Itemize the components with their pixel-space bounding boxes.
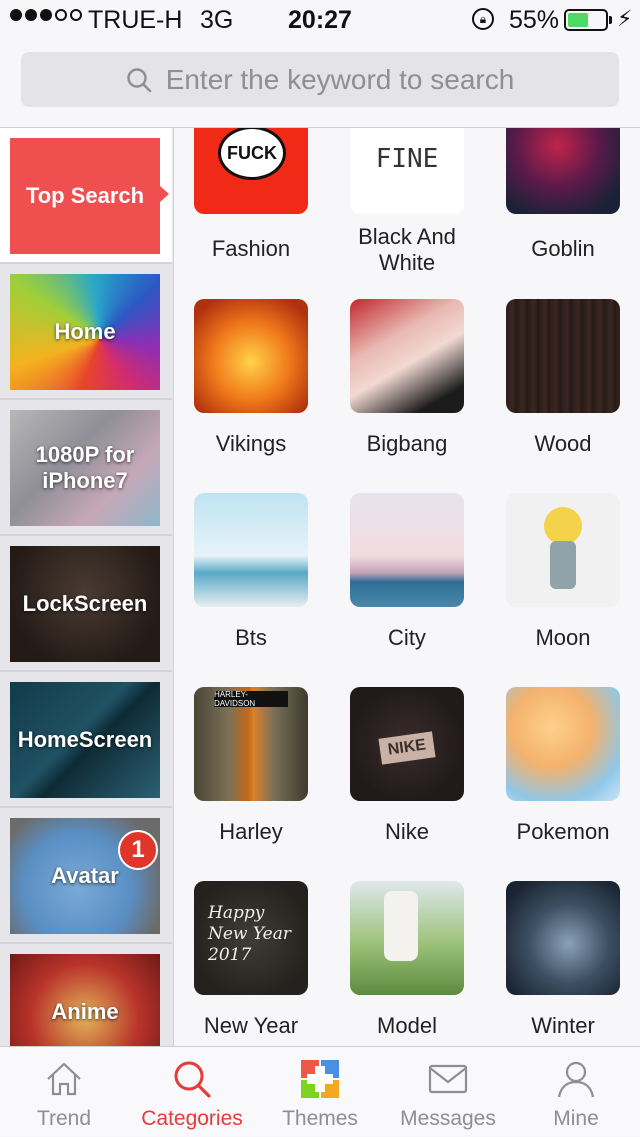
sidebar-item-label: LockScreen [22, 591, 148, 616]
thumbnail [506, 493, 620, 607]
battery-icon [564, 9, 608, 31]
tab-categories[interactable]: Categories [128, 1047, 256, 1137]
grid-item-label: Nike [384, 819, 429, 844]
rotation-lock-icon: 🔒︎ [472, 8, 494, 30]
tab-themes[interactable]: Themes [256, 1047, 384, 1137]
grid-item-label: Vikings [215, 431, 287, 456]
thumbnail [506, 128, 620, 214]
themes-icon [301, 1060, 339, 1098]
tab-label: Mine [553, 1107, 599, 1130]
user-icon [557, 1061, 595, 1098]
grid-item-label: Bigbang [366, 431, 448, 456]
search-placeholder: Enter the keyword to search [165, 63, 515, 95]
search-icon [126, 67, 151, 92]
thumbnail: HARLEY-DAVIDSON [194, 687, 308, 801]
sidebar-item-home[interactable]: Home [0, 264, 172, 400]
thumbnail [506, 881, 620, 995]
sidebar-item-homescreen[interactable]: HomeScreen [0, 672, 172, 808]
sidebar-item-label: HomeScreen [17, 727, 153, 752]
tab-label: Categories [141, 1107, 243, 1130]
grid-item-label: Goblin [531, 236, 595, 261]
grid-item-label: City [388, 625, 426, 650]
thumbnail [350, 881, 464, 995]
thumbnail: FUCK [194, 128, 308, 214]
sidebar-item-anime[interactable]: Anime [0, 944, 172, 1046]
category-sidebar[interactable]: Top Search Home 1080P for iPhone7 LockSc… [0, 128, 174, 1046]
speech-bubble: FUCK [218, 128, 286, 180]
tab-bar: Trend Categories Themes Messages Mine [0, 1046, 640, 1136]
sidebar-item-1080p[interactable]: 1080P for iPhone7 [0, 400, 172, 536]
sidebar-item-label: Anime [51, 999, 119, 1024]
grid-item-label: Fashion [211, 236, 291, 261]
thumbnail [506, 687, 620, 801]
home-icon [47, 1062, 81, 1096]
tab-mine[interactable]: Mine [512, 1047, 640, 1137]
thumbnail: NIKE [350, 687, 464, 801]
thumbnail [350, 493, 464, 607]
charging-icon: ⚡︎ [617, 6, 633, 31]
sidebar-item-label: Avatar [51, 863, 119, 888]
sidebar-item-top-search[interactable]: Top Search [0, 128, 172, 264]
grid-item-label: Model [377, 1013, 437, 1038]
thumbnail [194, 299, 308, 413]
grid-item-label: Moon [535, 625, 591, 650]
search-input[interactable]: Enter the keyword to search [21, 52, 619, 107]
envelope-icon [428, 1064, 468, 1094]
category-grid[interactable]: FUCK Fashion FINE Black And White Goblin… [174, 128, 640, 1046]
tab-messages[interactable]: Messages [384, 1047, 512, 1137]
grid-item-label: Wood [534, 431, 592, 456]
thumbnail [350, 299, 464, 413]
status-bar: TRUE-H 3G 20:27 🔒︎ 55% ⚡︎ [0, 0, 640, 40]
sidebar-item-label: 1080P for iPhone7 [35, 442, 135, 493]
sidebar-item-lockscreen[interactable]: LockScreen [0, 536, 172, 672]
notification-badge: 1 [118, 830, 158, 870]
grid-item-label: Winter [531, 1013, 595, 1038]
grid-item-label: Bts [235, 625, 267, 650]
tab-label: Messages [400, 1107, 496, 1130]
thumbnail [506, 299, 620, 413]
thumbnail: FINE [350, 128, 464, 214]
battery-percent: 55% [509, 6, 560, 34]
selected-indicator [160, 186, 169, 202]
tab-label: Trend [36, 1107, 92, 1130]
thumbnail [194, 493, 308, 607]
tab-trend[interactable]: Trend [0, 1047, 128, 1137]
sidebar-item-label: Home [54, 319, 116, 344]
sidebar-item-avatar[interactable]: Avatar 1 [0, 808, 172, 944]
grid-item-label: Black And White [358, 224, 456, 275]
search-icon [174, 1061, 211, 1098]
grid-item-label: New Year [203, 1013, 299, 1038]
thumbnail: Happy New Year 2017 [194, 881, 308, 995]
grid-item-label: Harley [219, 819, 283, 844]
grid-item-label: Pokemon [516, 819, 610, 844]
tab-label: Themes [282, 1107, 358, 1130]
sidebar-item-label: Top Search [25, 183, 145, 208]
